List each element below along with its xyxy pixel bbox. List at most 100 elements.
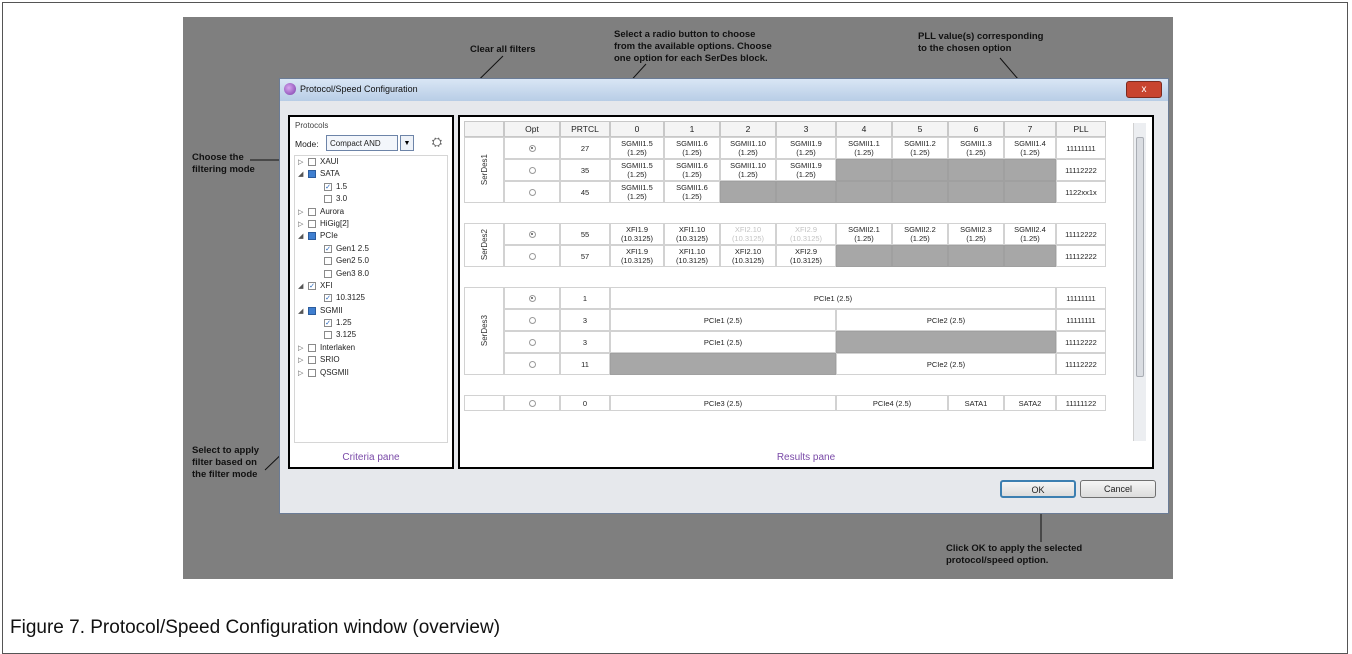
column-header[interactable]: 1 (664, 121, 720, 137)
serdes-block-name: SerDes3 (479, 315, 489, 347)
collapse-icon[interactable]: ◢ (298, 232, 306, 240)
expand-icon[interactable]: ▷ (298, 158, 306, 166)
option-cell[interactable] (504, 287, 560, 309)
checkbox[interactable]: ✓ (308, 281, 316, 290)
column-header[interactable]: 2 (720, 121, 776, 137)
column-header[interactable]: 6 (948, 121, 1004, 137)
column-header[interactable]: 5 (892, 121, 948, 137)
option-radio[interactable] (528, 252, 536, 260)
column-header[interactable]: 0 (610, 121, 664, 137)
expand-icon[interactable]: ▷ (298, 344, 306, 352)
option-cell[interactable] (504, 353, 560, 375)
tree-item[interactable]: ▷ Aurora (296, 207, 450, 219)
option-radio[interactable] (528, 399, 536, 407)
checkbox[interactable] (308, 356, 316, 365)
clear-filters-icon[interactable]: ⛭ (428, 133, 446, 151)
tree-item[interactable]: ✓ 10.3125 (296, 293, 450, 305)
tree-item[interactable]: ▷ HiGig[2] (296, 219, 450, 231)
tree-item[interactable]: ✓ 1.25 (296, 318, 450, 330)
option-cell[interactable] (504, 245, 560, 267)
tree-item[interactable]: ✓ 1.5 (296, 182, 450, 194)
checkbox[interactable]: ✓ (324, 182, 332, 191)
checkbox[interactable] (324, 331, 332, 340)
scrollbar-thumb[interactable] (1136, 137, 1144, 377)
option-radio[interactable] (528, 230, 536, 238)
tree-item[interactable]: 3.0 (296, 194, 450, 206)
chevron-down-icon[interactable]: ▼ (400, 135, 414, 151)
lane-span-cell: PCIe4 (2.5) (836, 395, 948, 411)
option-cell[interactable] (504, 309, 560, 331)
column-header[interactable]: 4 (836, 121, 892, 137)
option-cell[interactable] (504, 331, 560, 353)
expand-icon[interactable]: ▷ (298, 208, 306, 216)
tree-item[interactable]: ◢ SATA (296, 169, 450, 181)
lane-span-cell: PCIe2 (2.5) (836, 309, 1056, 331)
checkbox[interactable] (308, 232, 316, 241)
option-cell[interactable] (504, 159, 560, 181)
collapse-icon[interactable]: ◢ (298, 170, 306, 178)
tree-item[interactable]: Gen2 5.0 (296, 256, 450, 268)
expand-icon[interactable]: ▷ (298, 220, 306, 228)
checkbox[interactable] (308, 170, 316, 179)
vertical-scrollbar[interactable] (1133, 123, 1146, 441)
option-radio[interactable] (528, 338, 536, 346)
option-cell[interactable] (504, 395, 560, 411)
serdes-block-label: SerDes1 (464, 137, 504, 203)
column-header[interactable]: 3 (776, 121, 836, 137)
expand-icon[interactable]: ▷ (298, 356, 306, 364)
option-cell[interactable] (504, 137, 560, 159)
checkbox[interactable] (308, 306, 316, 315)
tree-item-label: HiGig[2] (320, 218, 349, 228)
lane-cell: XFI2.9 (10.3125) (776, 245, 836, 267)
checkbox[interactable] (308, 343, 316, 352)
option-cell[interactable] (504, 223, 560, 245)
lane-cell (1004, 245, 1056, 267)
checkbox[interactable]: ✓ (324, 319, 332, 328)
lane-span-cell: PCIe1 (2.5) (610, 309, 836, 331)
column-header[interactable]: Opt (504, 121, 560, 137)
checkbox[interactable] (324, 195, 332, 204)
close-button[interactable]: x (1126, 81, 1162, 98)
ok-button[interactable]: OK (1000, 480, 1076, 498)
cancel-button[interactable]: Cancel (1080, 480, 1156, 498)
pll-cell: 11111111 (1056, 287, 1106, 309)
option-radio[interactable] (528, 166, 536, 174)
tree-item[interactable]: ◢ SGMII (296, 306, 450, 318)
expand-icon[interactable]: ▷ (298, 369, 306, 377)
tree-item[interactable]: ◢ ✓ XFI (296, 281, 450, 293)
option-radio[interactable] (528, 294, 536, 302)
pll-cell: 11111111 (1056, 309, 1106, 331)
checkbox[interactable]: ✓ (324, 294, 332, 303)
figure-caption: Figure 7. Protocol/Speed Configuration w… (10, 617, 501, 638)
option-radio[interactable] (528, 316, 536, 324)
checkbox[interactable] (308, 207, 316, 216)
tree-item[interactable]: Gen3 8.0 (296, 269, 450, 281)
lane-cell: SGMII1.5 (1.25) (610, 159, 664, 181)
column-header[interactable]: 7 (1004, 121, 1056, 137)
option-radio[interactable] (528, 144, 536, 152)
checkbox[interactable] (308, 219, 316, 228)
tree-item[interactable]: ◢ PCIe (296, 231, 450, 243)
option-cell[interactable] (504, 181, 560, 203)
option-radio[interactable] (528, 188, 536, 196)
tree-item[interactable]: ▷ XAUI (296, 157, 450, 169)
checkbox[interactable] (308, 368, 316, 377)
collapse-icon[interactable]: ◢ (298, 307, 306, 315)
tree-item[interactable]: ▷ QSGMII (296, 368, 450, 380)
checkbox[interactable]: ✓ (324, 244, 332, 253)
column-header[interactable]: PRTCL (560, 121, 610, 137)
checkbox[interactable] (308, 158, 316, 166)
option-radio[interactable] (528, 360, 536, 368)
tree-item[interactable]: ✓ Gen1 2.5 (296, 244, 450, 256)
collapse-icon[interactable]: ◢ (298, 282, 306, 290)
tree-item[interactable]: ▷ SRIO (296, 355, 450, 367)
tree-item[interactable]: 3.125 (296, 330, 450, 342)
checkbox[interactable] (324, 269, 332, 278)
tree-item[interactable]: ▷ Interlaken (296, 343, 450, 355)
column-header[interactable]: PLL (1056, 121, 1106, 137)
checkbox[interactable] (324, 257, 332, 266)
lane-cell (776, 181, 836, 203)
lane-cell: SGMII1.6 (1.25) (664, 181, 720, 203)
lane-cell: SGMII1.9 (1.25) (776, 159, 836, 181)
mode-select[interactable]: Compact AND (326, 135, 398, 151)
